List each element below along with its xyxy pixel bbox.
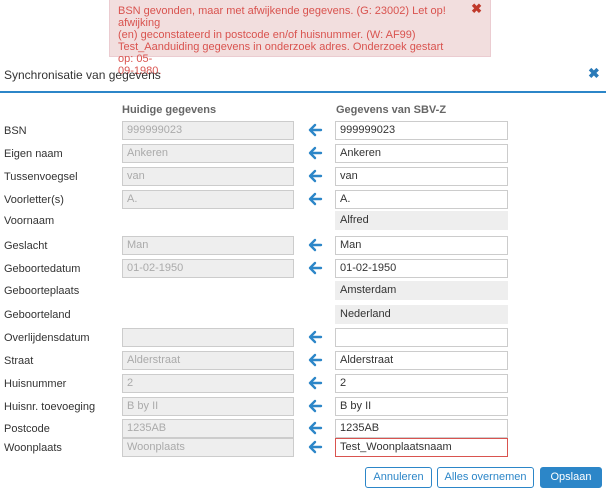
field-label: Geboorteland bbox=[4, 309, 71, 321]
source-value-readonly: Nederland bbox=[335, 305, 508, 324]
source-value-input[interactable]: Man bbox=[335, 236, 508, 255]
copy-arrow-left-icon[interactable] bbox=[307, 260, 325, 276]
field-row: Geboorteplaats Amsterdam bbox=[0, 281, 606, 303]
source-value-input[interactable]: 999999023 bbox=[335, 121, 508, 140]
alert-line: 09-1980. bbox=[118, 65, 162, 77]
accept-all-button[interactable]: Alles overnemen bbox=[437, 467, 534, 488]
copy-arrow-left-icon[interactable] bbox=[307, 191, 325, 207]
field-row: Tussenvoegsel van van bbox=[0, 167, 606, 189]
column-header-current: Huidige gegevens bbox=[122, 104, 217, 116]
current-value-field: Man bbox=[122, 236, 294, 255]
alert-line: Test_Aanduiding gegevens in onderzoek ad… bbox=[118, 41, 444, 65]
column-header-source: Gegevens van SBV-Z bbox=[336, 104, 447, 116]
field-row: Geslacht Man Man bbox=[0, 236, 606, 258]
field-label: Voorletter(s) bbox=[4, 194, 64, 206]
field-label: Huisnr. toevoeging bbox=[4, 401, 96, 413]
source-value-input[interactable]: A. bbox=[335, 190, 508, 209]
current-value-field: 2 bbox=[122, 374, 294, 393]
copy-arrow-left-icon[interactable] bbox=[307, 352, 325, 368]
current-value-field: van bbox=[122, 167, 294, 186]
current-value-field: Alderstraat bbox=[122, 351, 294, 370]
field-label: Geboorteplaats bbox=[4, 285, 80, 297]
field-label: Straat bbox=[4, 355, 34, 367]
field-row: Voornaam Alfred bbox=[0, 211, 606, 233]
source-value-input[interactable]: 1235AB bbox=[335, 419, 508, 438]
field-row: Eigen naam Ankeren Ankeren bbox=[0, 144, 606, 166]
field-label: Huisnummer bbox=[4, 378, 67, 390]
source-value-readonly: Amsterdam bbox=[335, 281, 508, 300]
field-row: Huisnummer 2 2 bbox=[0, 374, 606, 396]
copy-arrow-left-icon[interactable] bbox=[307, 420, 325, 436]
copy-arrow-left-icon[interactable] bbox=[307, 168, 325, 184]
title-divider bbox=[0, 91, 606, 93]
source-value-input[interactable]: van bbox=[335, 167, 508, 186]
current-value-field: Ankeren bbox=[122, 144, 294, 163]
copy-arrow-left-icon[interactable] bbox=[307, 329, 325, 345]
current-value-field: B by II bbox=[122, 397, 294, 416]
dialog-title: Synchronisatie van gegevens bbox=[4, 68, 161, 82]
field-label: Woonplaats bbox=[4, 442, 62, 454]
source-value-readonly: Alfred bbox=[335, 211, 508, 230]
current-value-field: 999999023 bbox=[122, 121, 294, 140]
source-value-input[interactable] bbox=[335, 328, 508, 347]
source-value-input[interactable]: Ankeren bbox=[335, 144, 508, 163]
field-label: Tussenvoegsel bbox=[4, 171, 78, 183]
dialog-close-icon[interactable]: ✖ bbox=[588, 65, 600, 82]
copy-arrow-left-icon[interactable] bbox=[307, 122, 325, 138]
field-label: Geboortedatum bbox=[4, 263, 81, 275]
source-value-input[interactable]: Alderstraat bbox=[335, 351, 508, 370]
copy-arrow-left-icon[interactable] bbox=[307, 375, 325, 391]
field-row: Geboorteland Nederland bbox=[0, 305, 606, 327]
field-row: Woonplaats Woonplaats Test_Woonplaatsnaam bbox=[0, 438, 606, 460]
current-value-field: Woonplaats bbox=[122, 438, 294, 457]
copy-arrow-left-icon[interactable] bbox=[307, 145, 325, 161]
alert-line: (en) geconstateerd in postcode en/of hui… bbox=[118, 29, 416, 41]
field-label: Geslacht bbox=[4, 240, 48, 252]
field-row: Voorletter(s) A. A. bbox=[0, 190, 606, 212]
copy-arrow-left-icon[interactable] bbox=[307, 398, 325, 414]
source-value-input[interactable]: Test_Woonplaatsnaam bbox=[335, 438, 508, 457]
field-row: Huisnr. toevoeging B by II B by II bbox=[0, 397, 606, 419]
cancel-button[interactable]: Annuleren bbox=[365, 467, 432, 488]
source-value-input[interactable]: B by II bbox=[335, 397, 508, 416]
copy-arrow-left-icon[interactable] bbox=[307, 439, 325, 455]
field-label: BSN bbox=[4, 125, 27, 137]
copy-arrow-left-icon[interactable] bbox=[307, 237, 325, 253]
field-label: Postcode bbox=[4, 423, 50, 435]
field-row: Geboortedatum 01-02-1950 01-02-1950 bbox=[0, 259, 606, 281]
alert-close-icon[interactable]: ✖ bbox=[471, 2, 482, 15]
current-value-field bbox=[122, 328, 294, 347]
field-row: BSN 999999023 999999023 bbox=[0, 121, 606, 143]
save-button[interactable]: Opslaan bbox=[540, 467, 602, 488]
source-value-input[interactable]: 2 bbox=[335, 374, 508, 393]
error-alert: BSN gevonden, maar met afwijkende gegeve… bbox=[109, 0, 491, 77]
field-label: Overlijdensdatum bbox=[4, 332, 90, 344]
field-row: Overlijdensdatum bbox=[0, 328, 606, 350]
current-value-field: 01-02-1950 bbox=[122, 259, 294, 278]
source-value-input[interactable]: 01-02-1950 bbox=[335, 259, 508, 278]
current-value-field: 1235AB bbox=[122, 419, 294, 438]
field-label: Voornaam bbox=[4, 215, 55, 227]
field-label: Eigen naam bbox=[4, 148, 63, 160]
field-row: Straat Alderstraat Alderstraat bbox=[0, 351, 606, 373]
alert-line: BSN gevonden, maar met afwijkende gegeve… bbox=[118, 5, 446, 29]
current-value-field: A. bbox=[122, 190, 294, 209]
